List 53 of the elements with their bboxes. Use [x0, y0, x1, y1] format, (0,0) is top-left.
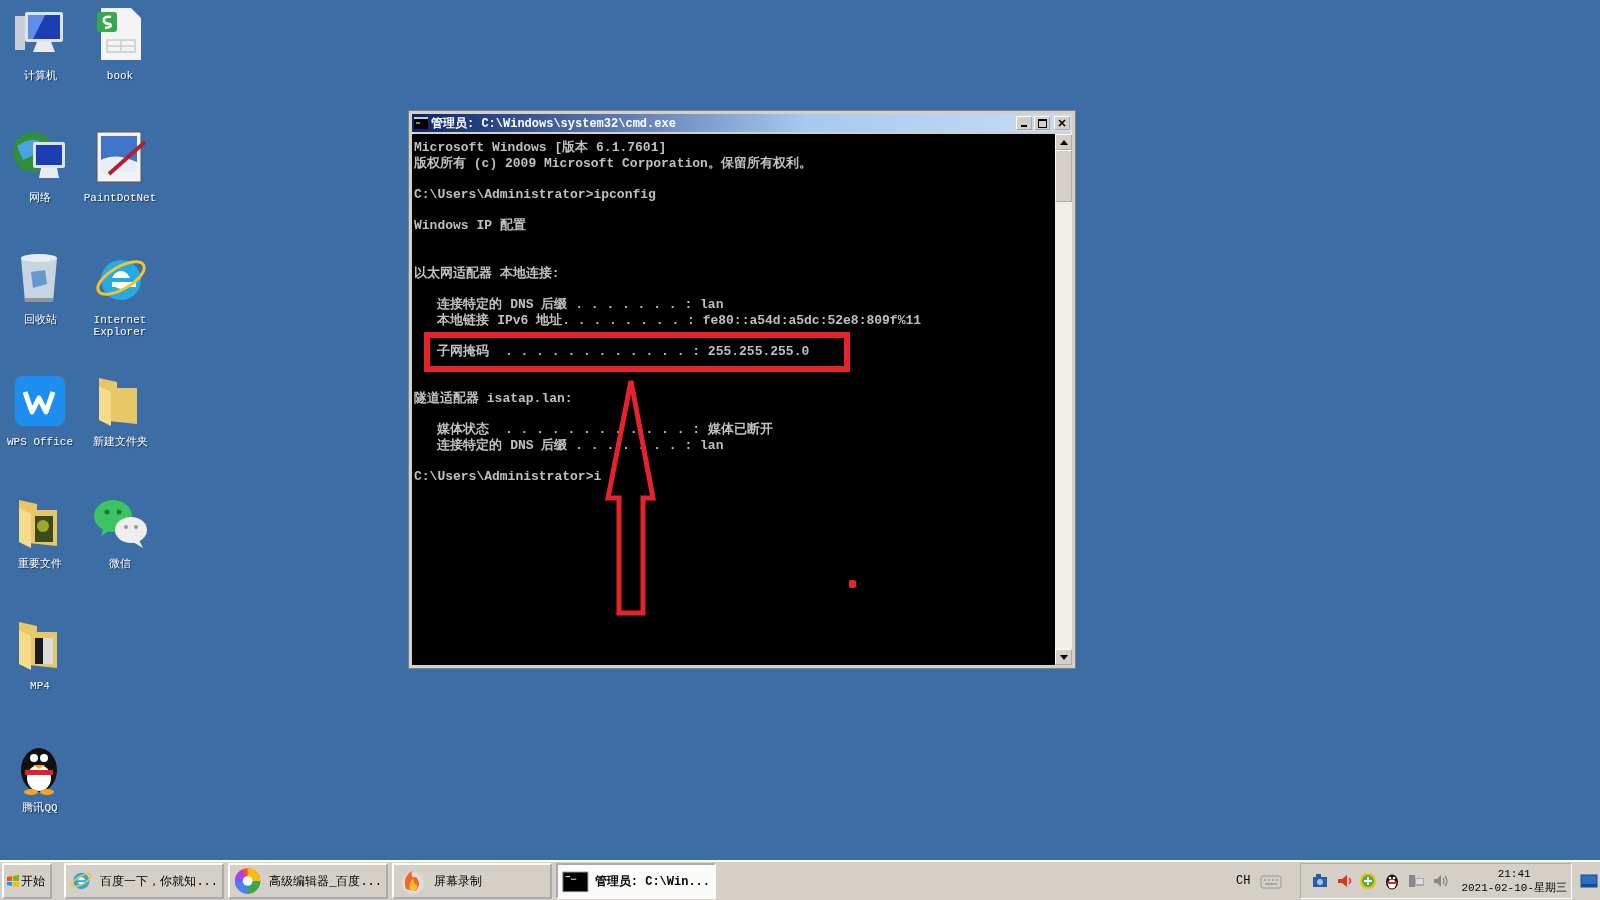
icon-label[interactable]: 重要文件 [1, 558, 79, 570]
console-line: C:\Users\Administrator>i [414, 469, 603, 486]
dot-mark [849, 580, 856, 588]
icon-label[interactable]: MP4 [1, 680, 79, 692]
icon-label[interactable]: 腾讯QQ [1, 802, 79, 814]
taskbar-button[interactable]: 高级编辑器_百度... [228, 863, 388, 899]
console-line: 连接特定的 DNS 后缀 . . . . . . . : lan [436, 438, 725, 454]
console-line: Windows IP 配置 [414, 218, 527, 235]
show-desktop-icon [1580, 873, 1598, 889]
scroll-down-button[interactable] [1055, 649, 1072, 665]
icon-label[interactable]: WPS Office [1, 436, 79, 448]
close-icon [1058, 119, 1066, 127]
language-indicator[interactable]: CH [1235, 874, 1251, 888]
icon-label[interactable]: 计算机 [1, 70, 79, 82]
speaker-icon [1335, 872, 1354, 890]
terminal-icon [414, 117, 428, 129]
icon-label[interactable]: 微信 [81, 558, 159, 570]
icon-label[interactable]: Internet Explorer [81, 314, 159, 338]
caret-down-icon [1059, 654, 1068, 660]
icon-label[interactable]: 网络 [1, 192, 79, 204]
console-line: 连接特定的 DNS 后缀 . . . . . . . : lan [436, 296, 725, 313]
icon-label[interactable]: PaintDotNet [81, 192, 159, 204]
start-button[interactable]: 开始 [2, 863, 52, 899]
console-line: Microsoft Windows [版本 6.1.7601] [414, 140, 668, 156]
console-line: 隧道适配器 isatap.lan: [414, 391, 574, 407]
console-line: 以太网适配器 本地连接: [414, 265, 561, 282]
icon-label[interactable]: 新建文件夹 [81, 436, 159, 448]
console-line: 版权所有 (c) 2009 Microsoft Corporation。保留所有权利。 [414, 155, 813, 172]
caret-up-icon [1059, 139, 1068, 145]
taskbar-button[interactable]: 屏幕录制 [392, 863, 552, 899]
close-button[interactable] [1054, 116, 1070, 130]
maximize-button[interactable] [1034, 116, 1050, 130]
keyboard-icon [1260, 873, 1283, 889]
windows-flag-icon [6, 874, 20, 888]
console-line: 子网掩码 . . . . . . . . . . . . : 255.255.255.0 [436, 343, 811, 360]
icon-label[interactable]: 回收站 [1, 314, 79, 326]
taskbar-button[interactable]: 百度一下，你就知... [64, 863, 224, 899]
network-icon [1407, 872, 1426, 890]
console-line: 本地链接 IPv6 地址. . . . . . . . : fe80::a54d:a5dc:52e8:809f%11 [436, 312, 923, 329]
minimize-button[interactable] [1016, 116, 1032, 130]
scrollbar[interactable] [1055, 134, 1072, 665]
icon-label[interactable]: book [81, 70, 159, 82]
clock-time: 21:41 [1497, 867, 1531, 881]
scroll-up-button[interactable] [1055, 134, 1072, 150]
console-line: C:\Users\Administrator>ipconfig [414, 187, 657, 203]
clock-date: 2021-02-10-星期三 [1461, 881, 1567, 895]
console-line: 媒体状态 . . . . . . . . . . . . : 媒体已断开 [436, 422, 774, 438]
camera-icon [1311, 872, 1330, 890]
taskbar-button[interactable]: 管理员: C:\Win... [556, 863, 716, 899]
scroll-thumb[interactable] [1055, 150, 1072, 202]
maximize-icon [1037, 118, 1047, 128]
window-title: 管理员: C:\Windows\system32\cmd.exe [431, 115, 677, 132]
plus-circle-icon [1359, 872, 1378, 890]
